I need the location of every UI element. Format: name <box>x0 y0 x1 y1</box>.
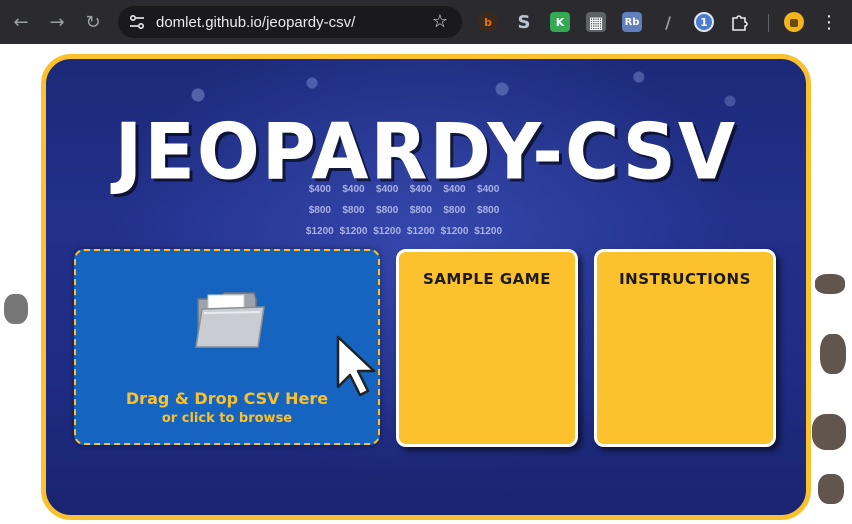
background-fragment <box>812 414 846 450</box>
extension-pen-icon[interactable]: / <box>658 12 678 32</box>
extension-rb-icon[interactable]: Rb <box>622 12 642 32</box>
page-title: JEOPARDY-CSV <box>114 106 738 198</box>
money-value: $1200 <box>474 226 503 237</box>
sample-game-label: SAMPLE GAME <box>423 270 551 288</box>
browser-toolbar: ← → ↻ domlet.github.io/jeopardy-csv/ ☆ b… <box>0 0 852 44</box>
background-fragment <box>820 334 846 374</box>
background-fragment <box>818 474 844 504</box>
bookmark-star-icon[interactable]: ☆ <box>432 11 448 32</box>
address-bar[interactable]: domlet.github.io/jeopardy-csv/ ☆ <box>118 6 462 38</box>
sample-game-card[interactable]: SAMPLE GAME <box>396 249 578 447</box>
money-value: $800 <box>477 205 500 216</box>
site-settings-icon[interactable] <box>128 14 146 30</box>
money-value: $1200 <box>339 226 368 237</box>
reload-icon[interactable]: ↻ <box>82 11 104 33</box>
money-value: $800 <box>443 205 466 216</box>
extensions-puzzle-icon[interactable] <box>730 12 750 32</box>
instructions-label: INSTRUCTIONS <box>619 270 751 288</box>
money-value: $800 <box>342 205 365 216</box>
dropzone-title: Drag & Drop CSV Here <box>125 389 329 408</box>
csv-dropzone[interactable]: Drag & Drop CSV Here or click to browse <box>74 249 380 445</box>
dropzone-subtitle: or click to browse <box>161 411 293 426</box>
game-board-frame: $400 $400 $400 $400 $400 $400 $800 $800 … <box>41 54 811 520</box>
extension-orange-icon[interactable]: b <box>478 12 498 32</box>
background-fragment <box>815 274 845 294</box>
back-icon[interactable]: ← <box>10 11 32 33</box>
instructions-card[interactable]: INSTRUCTIONS <box>594 249 776 447</box>
page-viewport: $400 $400 $400 $400 $400 $400 $800 $800 … <box>0 44 852 524</box>
money-value: $1200 <box>373 226 402 237</box>
extension-1password-icon[interactable]: 1 <box>694 12 714 32</box>
money-value: $1200 <box>305 226 334 237</box>
toolbar-divider <box>768 14 769 32</box>
money-value: $1200 <box>406 226 435 237</box>
extension-s-icon[interactable]: S <box>514 12 534 33</box>
money-value: $800 <box>308 205 331 216</box>
money-value: $800 <box>376 205 399 216</box>
forward-icon[interactable]: → <box>46 11 68 33</box>
folder-icon <box>195 292 265 348</box>
menu-icon[interactable]: ⋮ <box>818 11 840 33</box>
profile-avatar-icon[interactable] <box>784 12 804 32</box>
avatar-lock-shape <box>790 19 798 27</box>
money-value: $1200 <box>440 226 469 237</box>
money-value: $800 <box>409 205 432 216</box>
extension-k-icon[interactable]: K <box>550 12 570 32</box>
extension-qr-icon[interactable]: ▦ <box>586 12 606 32</box>
url-text[interactable]: domlet.github.io/jeopardy-csv/ <box>156 14 355 31</box>
background-fragment <box>4 294 28 324</box>
